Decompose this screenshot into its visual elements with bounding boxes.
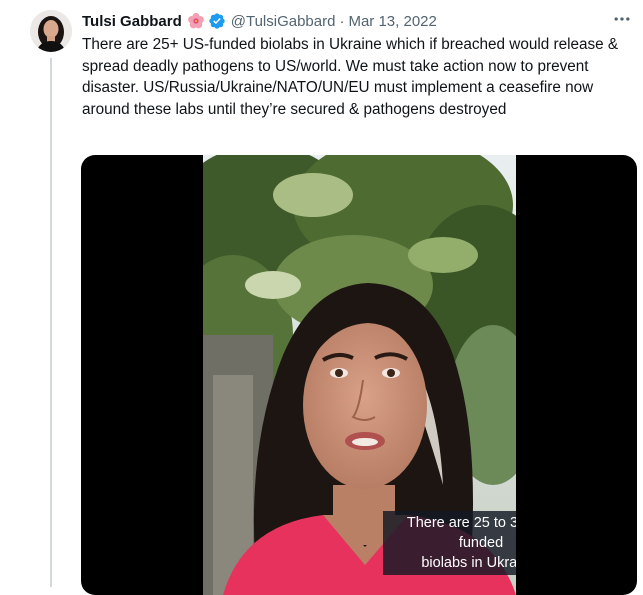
hibiscus-flower-icon <box>187 12 205 30</box>
video-caption-line-2: biolabs in Ukraine. <box>421 555 516 571</box>
tweet-header: Tulsi Gabbard @TulsiGabbard · Mar 13, 20… <box>82 11 437 31</box>
more-options-button[interactable] <box>611 10 633 28</box>
author-handle[interactable]: @TulsiGabbard <box>231 13 336 30</box>
author-name[interactable]: Tulsi Gabbard <box>82 13 182 30</box>
avatar[interactable] <box>30 10 72 52</box>
video-caption-line-1: There are 25 to 30 US-funded <box>406 515 516 551</box>
video-caption: There are 25 to 30 US-funded biolabs in … <box>383 511 516 575</box>
more-options-icon <box>614 17 630 21</box>
tweet[interactable]: Tulsi Gabbard @TulsiGabbard · Mar 13, 20… <box>0 0 643 595</box>
avatar-image <box>30 10 72 52</box>
separator-dot: · <box>339 12 345 30</box>
thread-line <box>50 58 52 587</box>
tweet-text: There are 25+ US-funded biolabs in Ukrai… <box>82 36 619 118</box>
video-frame[interactable]: There are 25 to 30 US-funded biolabs in … <box>203 155 516 595</box>
verified-badge-icon[interactable] <box>208 12 226 30</box>
tweet-date[interactable]: Mar 13, 2022 <box>348 13 436 30</box>
video-player[interactable]: There are 25 to 30 US-funded biolabs in … <box>81 155 637 595</box>
